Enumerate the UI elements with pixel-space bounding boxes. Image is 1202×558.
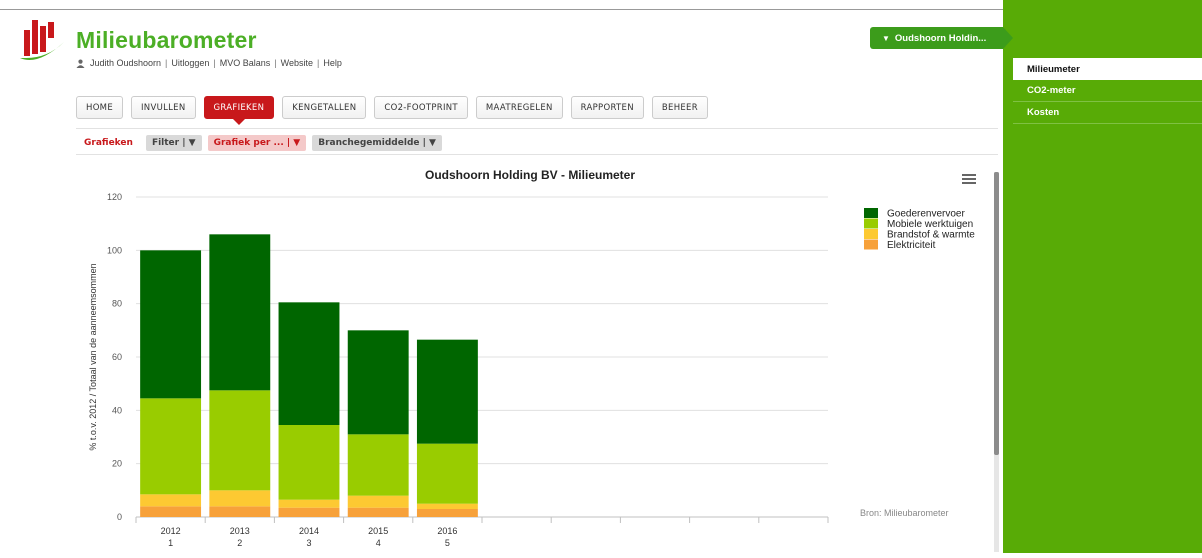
bar-segment xyxy=(140,398,202,495)
bar-segment xyxy=(209,490,271,507)
top-divider-line xyxy=(0,9,1003,10)
website-link[interactable]: Website xyxy=(281,58,313,68)
nav-invullen[interactable]: INVULLEN xyxy=(131,96,196,119)
app-title: Milieubarometer xyxy=(76,27,257,53)
mvo-balans-link[interactable]: MVO Balans xyxy=(220,58,271,68)
stacked-bar-chart: Oudshoorn Holding BV - Milieumeter 0 20 40 6… xyxy=(0,160,1000,553)
nav-home[interactable]: HOME xyxy=(76,96,123,119)
x-tick-sublabel: 5 xyxy=(445,538,450,548)
bar-segment xyxy=(209,234,271,391)
bar-segment xyxy=(347,495,409,508)
bar-segment xyxy=(347,434,409,496)
bar-segment xyxy=(140,506,202,517)
user-icon xyxy=(76,59,85,68)
x-tick-label: 2013 xyxy=(230,526,250,536)
y-tick-label: 0 xyxy=(117,512,122,522)
legend-swatch xyxy=(864,208,878,218)
legend-item: Mobiele werktuigen xyxy=(887,219,973,230)
x-tick-sublabel: 3 xyxy=(306,538,311,548)
chart-title: Oudshoorn Holding BV - Milieumeter xyxy=(425,168,635,182)
bar-segment xyxy=(209,506,271,517)
legend-item: Goederenvervoer xyxy=(887,209,965,220)
nav-maatregelen[interactable]: MAATREGELEN xyxy=(475,96,563,119)
x-tick-sublabel: 2 xyxy=(237,538,242,548)
bar-segment xyxy=(347,507,409,517)
user-name: Judith Oudshoorn xyxy=(90,58,162,68)
user-bar: Judith Oudshoorn | Uitloggen | MVO Balan… xyxy=(76,58,342,68)
legend-swatch xyxy=(864,239,878,250)
nav-divider xyxy=(76,128,998,129)
nav-grafieken[interactable]: GRAFIEKEN xyxy=(203,96,275,125)
logout-link[interactable]: Uitloggen xyxy=(171,58,209,68)
x-tick-sublabel: 4 xyxy=(376,538,381,548)
y-tick-label: 60 xyxy=(112,352,122,362)
bar-segment xyxy=(209,390,271,491)
bar-segment xyxy=(347,330,409,435)
subnav-divider xyxy=(76,154,998,155)
side-menu: Milieumeter CO2-meter Kosten xyxy=(1013,58,1202,124)
y-tick-label: 40 xyxy=(112,405,122,415)
legend-swatch xyxy=(864,218,878,229)
bar-segment xyxy=(278,507,340,517)
nav-co2-footprint[interactable]: CO2-FOOTPRINT xyxy=(374,96,468,119)
chart-scrollbar-thumb[interactable] xyxy=(994,172,999,455)
nav-kengetallen[interactable]: KENGETALLEN xyxy=(282,96,367,119)
y-tick-label: 100 xyxy=(107,245,122,255)
side-item-co2-meter[interactable]: CO2-meter xyxy=(1013,80,1202,102)
x-tick-label: 2015 xyxy=(368,526,388,536)
milieubarometer-logo[interactable] xyxy=(18,18,66,64)
help-link[interactable]: Help xyxy=(323,58,342,68)
bar-segment xyxy=(278,499,340,508)
y-tick-label: 80 xyxy=(112,299,122,309)
tenant-label: Oudshoorn Holdin... xyxy=(894,32,987,44)
chart-credits: Bron: Milieubarometer xyxy=(860,508,949,518)
bar-segment xyxy=(416,443,478,504)
subnav-label: Grafieken xyxy=(84,138,133,148)
x-tick-sublabel: 1 xyxy=(168,538,173,548)
nav-beheer[interactable]: BEHEER xyxy=(651,96,708,119)
side-item-milieumeter[interactable]: Milieumeter xyxy=(1013,58,1202,80)
bar-segment xyxy=(278,302,340,425)
bar-segment xyxy=(140,250,202,399)
side-item-kosten[interactable]: Kosten xyxy=(1013,102,1202,124)
bar-segment xyxy=(278,425,340,500)
grafiek-per-dropdown[interactable]: Grafiek per ... | ▼ xyxy=(207,135,307,151)
nav-rapporten[interactable]: RAPPORTEN xyxy=(570,96,644,119)
bar-segment xyxy=(416,339,478,444)
x-tick-label: 2016 xyxy=(437,526,457,536)
y-axis-label: % t.o.v. 2012 / Totaal van de aanneemsom… xyxy=(88,263,98,450)
caret-down-icon: ▼ xyxy=(882,33,890,43)
main-nav: HOME INVULLEN GRAFIEKEN KENGETALLEN CO2-… xyxy=(76,96,716,125)
bar-segment xyxy=(416,509,478,517)
chart-menu-icon[interactable] xyxy=(962,174,976,184)
legend-item: Brandstof & warmte xyxy=(887,230,975,241)
legend-swatch xyxy=(864,229,878,239)
legend-item: Elektriciteit xyxy=(887,240,936,251)
chart-svg: Oudshoorn Holding BV - Milieumeter 0 20 40 6… xyxy=(88,168,976,548)
subnav: Grafieken Filter | ▼ Grafiek per ... | ▼… xyxy=(84,135,448,151)
bar-segment xyxy=(140,494,202,507)
x-tick-label: 2014 xyxy=(299,526,319,536)
branchegemiddelde-dropdown[interactable]: Branchegemiddelde | ▼ xyxy=(312,135,442,151)
x-tick-label: 2012 xyxy=(161,526,181,536)
y-tick-label: 120 xyxy=(107,192,122,202)
bar-segment xyxy=(416,503,478,509)
tenant-selector[interactable]: ▼ Oudshoorn Holdin... xyxy=(870,27,1013,49)
y-tick-label: 20 xyxy=(112,459,122,469)
filter-dropdown[interactable]: Filter | ▼ xyxy=(145,135,202,151)
